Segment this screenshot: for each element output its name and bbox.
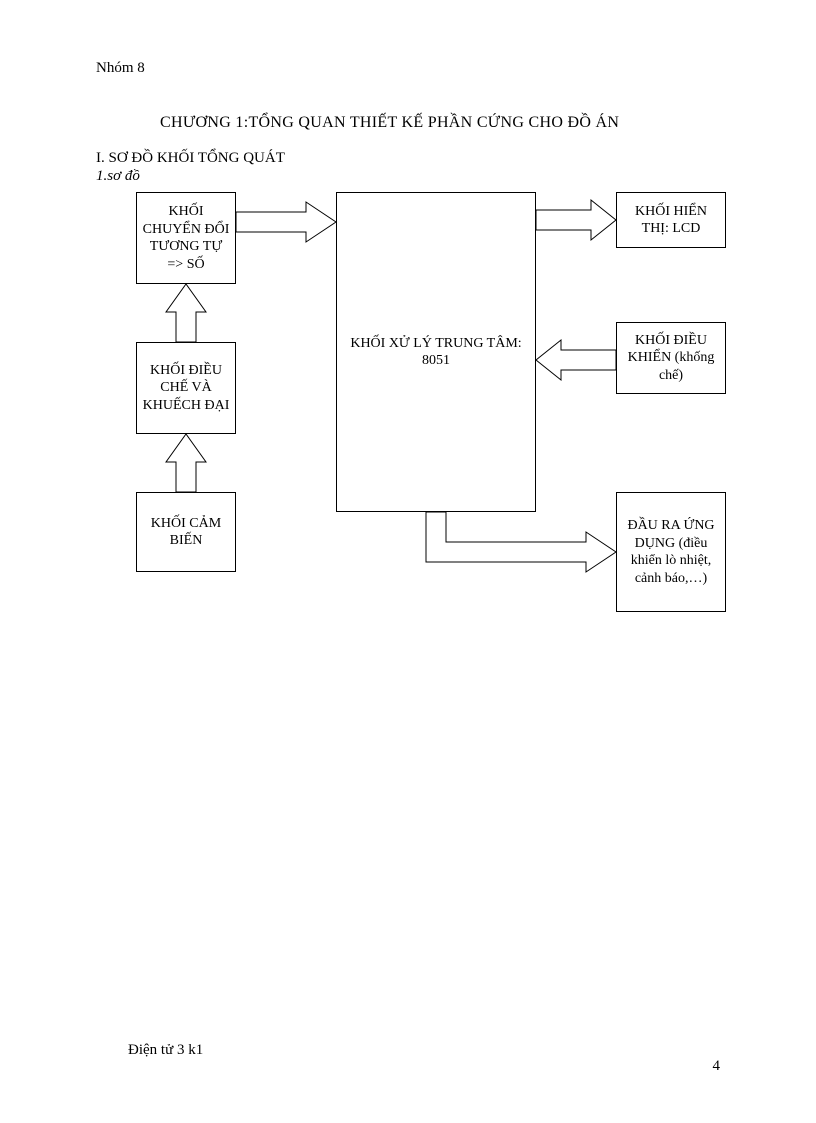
subsection-title: 1.sơ đồ <box>96 168 140 185</box>
chapter-title: CHƯƠNG 1:TỔNG QUAN THIẾT KẾ PHẦN CỨNG CH… <box>160 114 619 132</box>
footer-left: Điện tử 3 k1 <box>128 1042 203 1059</box>
block-cpu: KHỐI XỬ LÝ TRUNG TÂM: 8051 <box>336 192 536 512</box>
block-adc: KHỐI CHUYỂN ĐỔI TƯƠNG TỰ => SỐ <box>136 192 236 284</box>
arrow-control-to-cpu <box>536 340 616 380</box>
page: Nhóm 8 CHƯƠNG 1:TỔNG QUAN THIẾT KẾ PHẦN … <box>0 0 816 1123</box>
block-amplifier: KHỐI ĐIỀU CHẾ VÀ KHUẾCH ĐẠI <box>136 342 236 434</box>
arrow-cpu-to-output <box>426 512 616 572</box>
block-sensor: KHỐI CẢM BIẾN <box>136 492 236 572</box>
arrow-cpu-to-lcd <box>536 200 616 240</box>
arrow-sensor-to-amp <box>166 434 206 492</box>
block-control: KHỐI ĐIỀU KHIỂN (khống chế) <box>616 322 726 394</box>
block-output: ĐẦU RA ỨNG DỤNG (điều khiển lò nhiệt, cả… <box>616 492 726 612</box>
section-title: I. SƠ ĐỒ KHỐI TỔNG QUÁT <box>96 150 285 167</box>
arrow-amp-to-adc <box>166 284 206 342</box>
page-number: 4 <box>713 1058 721 1075</box>
block-diagram: KHỐI CHUYỂN ĐỔI TƯƠNG TỰ => SỐ KHỐI ĐIỀU… <box>96 192 736 672</box>
page-header: Nhóm 8 <box>96 60 145 77</box>
arrow-adc-to-cpu <box>236 202 336 242</box>
block-lcd: KHỐI HIỂN THỊ: LCD <box>616 192 726 248</box>
